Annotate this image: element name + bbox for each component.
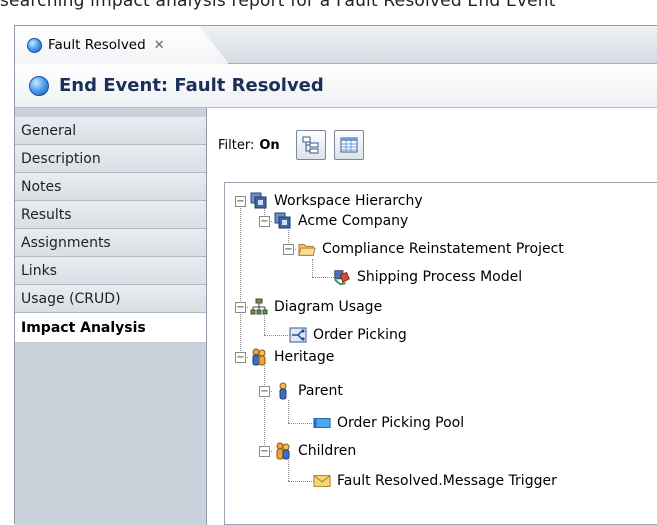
tree-node-label: Acme Company — [298, 213, 409, 229]
tree-connector — [288, 460, 289, 481]
tree-node-label: Parent — [298, 383, 343, 399]
page-header: End Event: Fault Resolved — [15, 64, 657, 108]
tree-node-label: Heritage — [274, 349, 335, 365]
tree-node-label: Compliance Reinstatement Project — [322, 241, 564, 257]
cropped-caption-text: searching impact analysis report for a F… — [0, 0, 556, 11]
filter-label: Filter: — [218, 137, 255, 153]
sidebar-item-results[interactable]: Results — [15, 201, 206, 229]
sidebar: General Description Notes Results Assign… — [15, 108, 207, 525]
tree-connector — [240, 201, 241, 357]
people-icon — [274, 442, 292, 460]
blue-orb-icon — [27, 37, 42, 53]
tree-connector — [264, 316, 265, 335]
sidebar-item-links[interactable]: Links — [15, 257, 206, 285]
tree-node-label: Diagram Usage — [274, 299, 383, 315]
tree-node-heritage[interactable]: − Heritage — [235, 346, 334, 368]
collapse-icon[interactable]: − — [235, 195, 246, 207]
impact-analysis-panel: Filter: On − Workspace Hierarchy − Acme … — [208, 108, 657, 525]
tree-node-message-trigger[interactable]: Fault Resolved.Message Trigger — [313, 470, 557, 492]
sidebar-item-description[interactable]: Description — [15, 145, 206, 173]
tree-node-compliance-project[interactable]: − Compliance Reinstatement Project — [283, 238, 564, 260]
folder-icon — [298, 240, 316, 258]
collapse-icon[interactable]: − — [259, 215, 270, 227]
hierarchy-icon — [250, 298, 268, 316]
people-icon — [250, 348, 268, 366]
collapse-icon[interactable]: − — [283, 243, 294, 255]
tree-node-label: Workspace Hierarchy — [274, 193, 423, 209]
tree-node-parent[interactable]: − Parent — [259, 380, 343, 402]
tree-connector — [312, 259, 313, 277]
impact-tree: − Workspace Hierarchy − Acme Company − C… — [224, 182, 657, 525]
sidebar-item-assignments[interactable]: Assignments — [15, 229, 206, 257]
table-view-button[interactable] — [333, 130, 364, 160]
tree-connector — [288, 481, 314, 482]
tree-node-workspace-hierarchy[interactable]: − Workspace Hierarchy — [235, 190, 423, 212]
diagram-icon — [289, 326, 307, 344]
tab-strip: Fault Resolved ✕ — [15, 26, 657, 64]
tree-node-order-picking-pool[interactable]: Order Picking Pool — [313, 412, 464, 434]
pool-icon — [313, 414, 331, 432]
process-model-icon — [333, 268, 351, 286]
tab-fault-resolved[interactable]: Fault Resolved ✕ — [15, 26, 229, 64]
collapse-icon[interactable]: − — [259, 445, 270, 457]
tree-connector — [288, 423, 314, 424]
tree-connector — [288, 400, 289, 423]
tree-node-label: Shipping Process Model — [357, 269, 523, 285]
blue-orb-icon — [29, 75, 49, 96]
tree-node-label: Fault Resolved.Message Trigger — [337, 473, 557, 489]
sidebar-item-usage-crud[interactable]: Usage (CRUD) — [15, 285, 206, 313]
workspace-icon — [250, 192, 268, 210]
collapse-icon[interactable]: − — [235, 351, 246, 363]
collapse-icon[interactable]: − — [259, 385, 270, 397]
collapse-icon[interactable]: − — [235, 301, 246, 313]
tree-node-diagram-usage[interactable]: − Diagram Usage — [235, 296, 382, 318]
close-icon[interactable]: ✕ — [154, 38, 165, 53]
tree-node-children[interactable]: − Children — [259, 440, 356, 462]
tree-node-label: Order Picking Pool — [337, 415, 465, 431]
sidebar-item-general[interactable]: General — [15, 117, 206, 145]
tree-node-label: Children — [298, 443, 357, 459]
table-view-icon — [340, 137, 358, 153]
workspace-icon — [274, 212, 292, 230]
filter-value: On — [259, 137, 280, 153]
tree-node-label: Order Picking — [313, 327, 407, 343]
tab-label: Fault Resolved — [48, 37, 146, 53]
envelope-icon — [313, 472, 331, 490]
person-icon — [274, 382, 292, 400]
tree-node-shipping-process-model[interactable]: Shipping Process Model — [333, 266, 522, 288]
tree-filter-button[interactable] — [295, 130, 326, 160]
tree-node-order-picking[interactable]: Order Picking — [289, 324, 407, 346]
properties-window: Fault Resolved ✕ End Event: Fault Resolv… — [14, 25, 657, 525]
tree-node-acme-company[interactable]: − Acme Company — [259, 210, 408, 232]
page-title: End Event: Fault Resolved — [59, 75, 324, 96]
tree-connector — [264, 335, 290, 336]
tree-filter-icon — [302, 136, 319, 154]
tree-connector — [264, 366, 265, 451]
sidebar-item-impact-analysis[interactable]: Impact Analysis — [15, 313, 206, 343]
filter-bar: Filter: On — [218, 128, 364, 162]
sidebar-item-notes[interactable]: Notes — [15, 173, 206, 201]
